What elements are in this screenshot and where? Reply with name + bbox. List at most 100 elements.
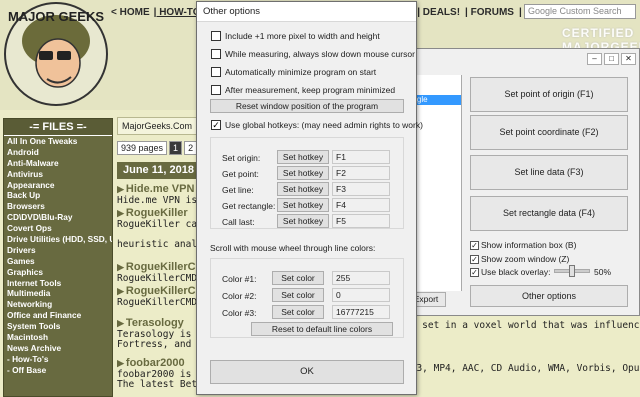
reset-window-position-button[interactable]: Reset window position of the program bbox=[210, 99, 404, 113]
sidebar-category-item[interactable]: Anti-Malware bbox=[4, 158, 112, 169]
color-1-field[interactable]: 255 bbox=[332, 271, 390, 285]
color-label: Color #3: bbox=[222, 308, 257, 318]
news-title-link[interactable]: ▶ foobar2000 bbox=[117, 357, 199, 369]
sidebar-category-item[interactable]: Back Up bbox=[4, 190, 112, 201]
checkbox-label: Show zoom window (Z) bbox=[481, 254, 570, 264]
set-color-2-button[interactable]: Set color bbox=[272, 288, 324, 302]
ok-button[interactable]: OK bbox=[210, 360, 404, 384]
set-hotkey-origin-button[interactable]: Set hotkey bbox=[277, 150, 329, 164]
news-description: Hide.me VPN is a bbox=[117, 195, 199, 206]
set-rectangle-button[interactable]: Set rectangle data (F4) bbox=[470, 196, 628, 231]
other-options-button[interactable]: Other options bbox=[470, 285, 628, 307]
nav-forums-link[interactable]: | FORUMS bbox=[465, 7, 514, 18]
news-title-link[interactable]: ▶ RogueKillerC bbox=[117, 261, 199, 273]
use-global-hotkeys-checkbox[interactable]: ✓ Use global hotkeys: (may need admin ri… bbox=[211, 120, 423, 130]
set-line-button[interactable]: Set line data (F3) bbox=[470, 155, 628, 190]
sidebar-category-item[interactable]: - Off Base bbox=[4, 365, 112, 376]
color-2-field[interactable]: 0 bbox=[332, 288, 390, 302]
option-plus-one-pixel[interactable]: Include +1 more pixel to width and heigh… bbox=[211, 31, 380, 41]
sidebar-category-item[interactable]: All In One Tweaks bbox=[4, 136, 112, 147]
sidebar-category-item[interactable]: Drive Utilities (HDD, SSD, USB, DVD) bbox=[4, 234, 112, 245]
set-hotkey-rectangle-button[interactable]: Set hotkey bbox=[277, 198, 329, 212]
news-item: heuristic analysis bbox=[117, 239, 199, 250]
line-colors-group: Color #1: Set color 255 Color #2: Set co… bbox=[210, 258, 404, 338]
hotkey-point-field[interactable]: F2 bbox=[332, 166, 390, 180]
news-title-link[interactable]: ▶ Terasology bbox=[117, 317, 199, 329]
checkbox-box[interactable] bbox=[211, 31, 221, 41]
checkbox-box[interactable]: ✓ bbox=[211, 120, 221, 130]
sidebar-category-item[interactable]: Browsers bbox=[4, 201, 112, 212]
breadcrumb[interactable]: MajorGeeks.Com » bbox=[117, 117, 199, 147]
option-minimize-on-start[interactable]: Automatically minimize program on start bbox=[211, 67, 376, 77]
set-origin-button[interactable]: Set point of origin (F1) bbox=[470, 77, 628, 112]
news-title-text[interactable]: foobar2000 bbox=[126, 357, 185, 369]
sidebar-category-item[interactable]: Graphics bbox=[4, 267, 112, 278]
sidebar-category-item[interactable]: Internet Tools bbox=[4, 278, 112, 289]
news-title-link[interactable]: ▶ Hide.me VPN bbox=[117, 183, 199, 195]
sidebar-category-item[interactable]: Multimedia bbox=[4, 288, 112, 299]
sidebar-category-item[interactable]: Macintosh bbox=[4, 332, 112, 343]
page-link-1[interactable]: 1 bbox=[169, 141, 183, 155]
checkbox-box[interactable]: ✓ bbox=[470, 267, 479, 277]
option-slow-cursor[interactable]: While measuring, always slow down mouse … bbox=[211, 49, 415, 59]
maximize-button[interactable]: □ bbox=[604, 53, 619, 65]
sidebar-category-item[interactable]: Office and Finance bbox=[4, 310, 112, 321]
slider-knob[interactable] bbox=[569, 265, 575, 277]
black-overlay-checkbox[interactable]: ✓ Use black overlay: bbox=[470, 267, 550, 277]
option-keep-minimized[interactable]: After measurement, keep program minimize… bbox=[211, 85, 395, 95]
sidebar-category-item[interactable]: News Archive bbox=[4, 343, 112, 354]
show-info-box-checkbox[interactable]: ✓ Show information box (B) bbox=[470, 240, 576, 250]
show-zoom-window-checkbox[interactable]: ✓ Show zoom window (Z) bbox=[470, 254, 569, 264]
nav-home-link[interactable]: < HOME bbox=[111, 7, 150, 18]
set-color-1-button[interactable]: Set color bbox=[272, 271, 324, 285]
set-hotkey-line-button[interactable]: Set hotkey bbox=[277, 182, 329, 196]
hotkey-origin-field[interactable]: F1 bbox=[332, 150, 390, 164]
sidebar-category-item[interactable]: Android bbox=[4, 147, 112, 158]
checkbox-box[interactable] bbox=[211, 85, 221, 95]
news-title-text[interactable]: RogueKiller bbox=[126, 207, 188, 219]
news-title-text[interactable]: RogueKillerC bbox=[126, 285, 196, 297]
news-overflow-text: re set in a voxel world that was influen… bbox=[405, 320, 640, 397]
news-title-text[interactable]: RogueKillerC bbox=[126, 261, 196, 273]
news-title-text[interactable]: Terasology bbox=[126, 317, 184, 329]
hotkey-line-field[interactable]: F3 bbox=[332, 182, 390, 196]
color-3-field[interactable]: 16777215 bbox=[332, 305, 390, 319]
set-color-3-button[interactable]: Set color bbox=[272, 305, 324, 319]
close-button[interactable]: ✕ bbox=[621, 53, 636, 65]
news-title-link[interactable]: ▶ RogueKillerC bbox=[117, 285, 199, 297]
minimize-button[interactable]: – bbox=[587, 53, 602, 65]
sidebar-category-item[interactable]: Drivers bbox=[4, 245, 112, 256]
sidebar-category-item[interactable]: Antivirus bbox=[4, 169, 112, 180]
other-options-dialog: Other options Include +1 more pixel to w… bbox=[196, 1, 423, 395]
sidebar-category-item[interactable]: System Tools bbox=[4, 321, 112, 332]
checkbox-box[interactable] bbox=[211, 49, 221, 59]
checkbox-box[interactable]: ✓ bbox=[470, 254, 479, 264]
search-input[interactable]: Google Custom Search bbox=[524, 4, 636, 19]
sidebar-category-item[interactable]: CD\DVD\Blu-Ray bbox=[4, 212, 112, 223]
majorgeeks-logo[interactable]: MAJOR GEEKS bbox=[3, 1, 110, 108]
nav-separator: | bbox=[518, 6, 522, 18]
files-header: -= FILES =- bbox=[4, 119, 112, 136]
overlay-slider[interactable] bbox=[554, 265, 590, 277]
arrow-icon: ▶ bbox=[117, 286, 124, 296]
hotkey-call-last-field[interactable]: F5 bbox=[332, 214, 390, 228]
option-label: Include +1 more pixel to width and heigh… bbox=[225, 31, 380, 41]
sidebar-category-item[interactable]: Covert Ops bbox=[4, 223, 112, 234]
news-title-link[interactable]: ▶ RogueKiller bbox=[117, 207, 199, 219]
reset-line-colors-button[interactable]: Reset to default line colors bbox=[251, 322, 393, 336]
hotkey-rectangle-field[interactable]: F4 bbox=[332, 198, 390, 212]
nav-deals-link[interactable]: | DEALS! bbox=[417, 7, 460, 18]
news-overflow-line-1: re set in a voxel world that was influen… bbox=[405, 320, 640, 331]
sidebar-category-item[interactable]: Games bbox=[4, 256, 112, 267]
set-hotkey-call-last-button[interactable]: Set hotkey bbox=[277, 214, 329, 228]
sidebar-category-item[interactable]: Networking bbox=[4, 299, 112, 310]
option-label: Automatically minimize program on start bbox=[225, 67, 377, 77]
sidebar-category-item[interactable]: - How-To's bbox=[4, 354, 112, 365]
sidebar-category-item[interactable]: Appearance bbox=[4, 180, 112, 191]
set-hotkey-point-button[interactable]: Set hotkey bbox=[277, 166, 329, 180]
hotkey-label: Call last: bbox=[222, 217, 255, 227]
checkbox-box[interactable]: ✓ bbox=[470, 240, 479, 250]
set-point-button[interactable]: Set point coordinate (F2) bbox=[470, 115, 628, 150]
news-title-text[interactable]: Hide.me VPN bbox=[126, 183, 194, 195]
checkbox-box[interactable] bbox=[211, 67, 221, 77]
